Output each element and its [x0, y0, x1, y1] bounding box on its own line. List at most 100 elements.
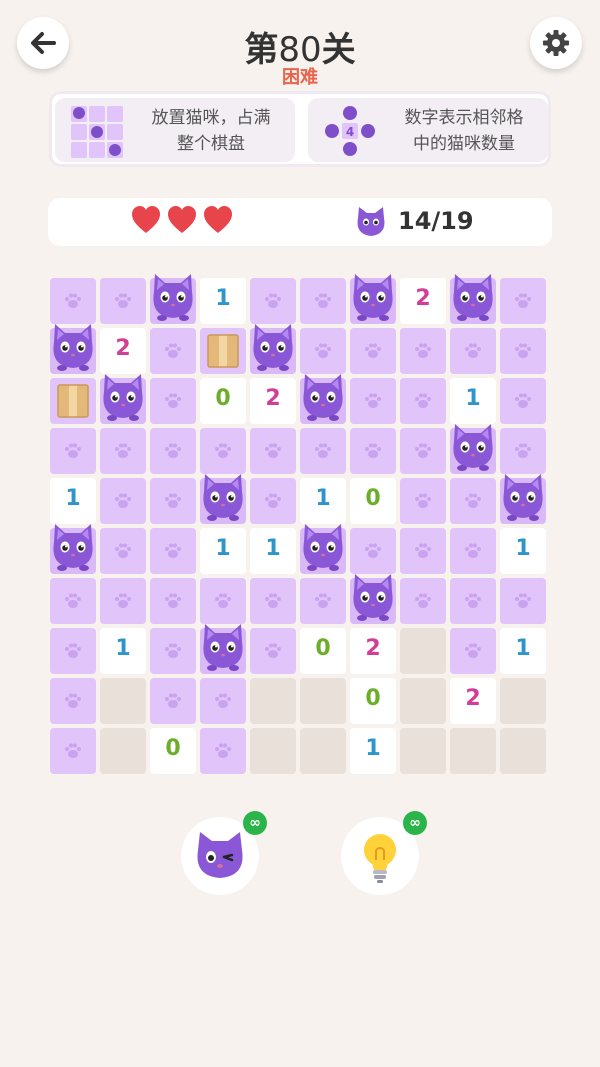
cat-cell[interactable] — [100, 374, 146, 424]
cat-cell[interactable] — [500, 474, 546, 524]
cat-hint-button[interactable]: ∞ — [181, 811, 267, 895]
number-cell[interactable]: 1 — [50, 478, 96, 524]
settings-button[interactable] — [530, 17, 582, 69]
paw-cell[interactable] — [100, 478, 146, 524]
paw-cell[interactable] — [150, 428, 196, 474]
empty-cell[interactable] — [400, 628, 446, 674]
paw-cell[interactable] — [450, 478, 496, 524]
empty-cell[interactable] — [250, 678, 296, 724]
paw-cell[interactable] — [50, 278, 96, 324]
number-cell[interactable]: 1 — [500, 628, 546, 674]
number-cell[interactable]: 1 — [350, 728, 396, 774]
paw-cell[interactable] — [350, 328, 396, 374]
paw-cell[interactable] — [50, 628, 96, 674]
paw-cell[interactable] — [150, 678, 196, 724]
cat-cell[interactable] — [450, 274, 496, 324]
empty-cell[interactable] — [400, 678, 446, 724]
number-cell[interactable]: 1 — [250, 528, 296, 574]
paw-cell[interactable] — [150, 378, 196, 424]
cat-cell[interactable] — [250, 324, 296, 374]
empty-cell[interactable] — [250, 728, 296, 774]
number-cell[interactable]: 0 — [150, 728, 196, 774]
paw-cell[interactable] — [50, 428, 96, 474]
cat-cell[interactable] — [200, 624, 246, 674]
paw-cell[interactable] — [400, 578, 446, 624]
paw-cell[interactable] — [450, 628, 496, 674]
number-cell[interactable]: 2 — [100, 328, 146, 374]
paw-cell[interactable] — [150, 478, 196, 524]
box-cell[interactable] — [50, 378, 96, 424]
paw-cell[interactable] — [200, 578, 246, 624]
empty-cell[interactable] — [500, 678, 546, 724]
lightbulb-hint-button[interactable]: ∞ — [341, 811, 427, 895]
paw-cell[interactable] — [50, 728, 96, 774]
paw-cell[interactable] — [400, 328, 446, 374]
paw-cell[interactable] — [500, 328, 546, 374]
paw-cell[interactable] — [50, 678, 96, 724]
paw-cell[interactable] — [100, 428, 146, 474]
paw-cell[interactable] — [100, 528, 146, 574]
number-cell[interactable]: 1 — [100, 628, 146, 674]
paw-cell[interactable] — [300, 328, 346, 374]
paw-cell[interactable] — [150, 628, 196, 674]
number-cell[interactable]: 1 — [200, 528, 246, 574]
paw-cell[interactable] — [300, 278, 346, 324]
paw-cell[interactable] — [500, 278, 546, 324]
empty-cell[interactable] — [500, 728, 546, 774]
paw-cell[interactable] — [500, 378, 546, 424]
number-cell[interactable]: 2 — [400, 278, 446, 324]
paw-cell[interactable] — [400, 478, 446, 524]
number-cell[interactable]: 1 — [300, 478, 346, 524]
number-cell[interactable]: 1 — [450, 378, 496, 424]
cat-cell[interactable] — [50, 324, 96, 374]
paw-cell[interactable] — [150, 528, 196, 574]
paw-cell[interactable] — [350, 528, 396, 574]
number-cell[interactable]: 0 — [350, 678, 396, 724]
game-board[interactable]: 1 2 2 0 2 1 1 1 0 1 1 1 1 0 2 1 0 2 0 1 — [50, 274, 550, 778]
number-cell[interactable]: 2 — [250, 378, 296, 424]
cat-cell[interactable] — [350, 574, 396, 624]
paw-cell[interactable] — [500, 578, 546, 624]
number-cell[interactable]: 0 — [200, 378, 246, 424]
number-cell[interactable]: 0 — [300, 628, 346, 674]
empty-cell[interactable] — [300, 678, 346, 724]
number-cell[interactable]: 2 — [450, 678, 496, 724]
paw-cell[interactable] — [400, 528, 446, 574]
empty-cell[interactable] — [100, 728, 146, 774]
number-cell[interactable]: 0 — [350, 478, 396, 524]
paw-cell[interactable] — [50, 578, 96, 624]
empty-cell[interactable] — [400, 728, 446, 774]
number-cell[interactable]: 2 — [350, 628, 396, 674]
number-cell[interactable]: 1 — [200, 278, 246, 324]
paw-cell[interactable] — [250, 428, 296, 474]
cat-cell[interactable] — [50, 524, 96, 574]
paw-cell[interactable] — [300, 428, 346, 474]
paw-cell[interactable] — [450, 578, 496, 624]
paw-cell[interactable] — [400, 378, 446, 424]
cat-cell[interactable] — [300, 524, 346, 574]
paw-cell[interactable] — [200, 728, 246, 774]
paw-cell[interactable] — [250, 278, 296, 324]
number-cell[interactable]: 1 — [500, 528, 546, 574]
cat-cell[interactable] — [350, 274, 396, 324]
cat-cell[interactable] — [150, 274, 196, 324]
box-cell[interactable] — [200, 328, 246, 374]
paw-cell[interactable] — [100, 278, 146, 324]
paw-cell[interactable] — [250, 578, 296, 624]
cat-cell[interactable] — [450, 424, 496, 474]
paw-cell[interactable] — [400, 428, 446, 474]
paw-cell[interactable] — [100, 578, 146, 624]
empty-cell[interactable] — [100, 678, 146, 724]
cat-cell[interactable] — [200, 474, 246, 524]
paw-cell[interactable] — [500, 428, 546, 474]
paw-cell[interactable] — [150, 328, 196, 374]
paw-cell[interactable] — [200, 678, 246, 724]
paw-cell[interactable] — [250, 478, 296, 524]
paw-cell[interactable] — [250, 628, 296, 674]
paw-cell[interactable] — [300, 578, 346, 624]
paw-cell[interactable] — [450, 528, 496, 574]
paw-cell[interactable] — [450, 328, 496, 374]
paw-cell[interactable] — [350, 428, 396, 474]
paw-cell[interactable] — [150, 578, 196, 624]
cat-cell[interactable] — [300, 374, 346, 424]
